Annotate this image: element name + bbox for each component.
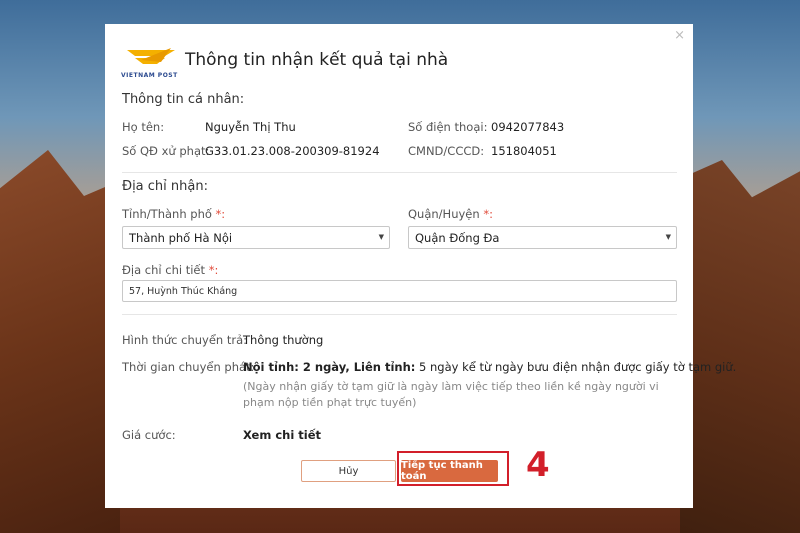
decision-value: G33.01.23.008-200309-81924 (205, 144, 380, 158)
district-select[interactable]: Quận Đống Đa ▼ (408, 226, 677, 249)
district-select-value: Quận Đống Đa (415, 231, 500, 245)
province-select-value: Thành phố Hà Nội (129, 231, 233, 245)
detail-address-value: 57, Huỳnh Thúc Kháng (129, 286, 238, 297)
delivery-time-label: Thời gian chuyển phát: (122, 360, 255, 374)
id-value: 151804051 (491, 144, 557, 158)
background-rock-left (0, 150, 120, 533)
fee-details-link[interactable]: Xem chi tiết (243, 428, 321, 442)
province-select[interactable]: Thành phố Hà Nội ▼ (122, 226, 390, 249)
delivery-method-label: Hình thức chuyển trả: (122, 333, 248, 347)
required-mark: *: (215, 207, 226, 221)
delivery-time-rest: 5 ngày kể từ ngày bưu điện nhận được giấ… (415, 360, 737, 374)
step-number-annotation: 4 (526, 445, 550, 485)
decision-label: Số QĐ xử phạt: (122, 144, 210, 158)
delivery-time-value: Nội tỉnh: 2 ngày, Liên tỉnh: 5 ngày kể t… (243, 360, 736, 374)
fullname-value: Nguyễn Thị Thu (205, 120, 296, 134)
chevron-down-icon: ▼ (665, 233, 671, 241)
personal-section-title: Thông tin cá nhân: (122, 92, 245, 107)
delivery-time-note: (Ngày nhận giấy tờ tạm giữ là ngày làm v… (243, 380, 659, 409)
detail-address-input[interactable]: 57, Huỳnh Thúc Kháng (122, 280, 677, 302)
required-mark: *: (208, 263, 219, 277)
phone-value: 0942077843 (491, 120, 565, 134)
brand-text: VIETNAM POST (121, 72, 178, 79)
modal-title: Thông tin nhận kết quả tại nhà (185, 50, 449, 70)
cancel-button[interactable]: Hủy (301, 460, 396, 482)
background-rock-right (680, 160, 800, 533)
vietnam-post-logo: VIETNAM POST (121, 46, 181, 82)
fullname-label: Họ tên: (122, 120, 165, 134)
chevron-down-icon: ▼ (378, 233, 384, 241)
close-icon[interactable]: × (674, 28, 685, 43)
id-label: CMND/CCCD: (408, 144, 485, 158)
vietnam-post-logo-icon (127, 48, 175, 64)
fee-label: Giá cước: (122, 428, 176, 442)
province-label: Tỉnh/Thành phố *: (122, 207, 226, 221)
continue-payment-button[interactable]: Tiếp tục thanh toán (401, 460, 498, 482)
district-label: Quận/Huyện *: (408, 207, 493, 221)
delivery-info-modal: × VIETNAM POST Thông tin nhận kết quả tạ… (105, 24, 736, 508)
delivery-time-bold: Nội tỉnh: 2 ngày, Liên tỉnh: (243, 360, 416, 374)
divider (122, 172, 677, 173)
detail-address-label: Địa chỉ chi tiết *: (122, 263, 219, 277)
required-mark: *: (483, 207, 493, 221)
delivery-method-value: Thông thường (243, 333, 324, 347)
modal-header: VIETNAM POST Thông tin nhận kết quả tại … (121, 46, 448, 82)
phone-label: Số điện thoại: (408, 120, 488, 134)
divider (122, 314, 677, 315)
address-section-title: Địa chỉ nhận: (122, 179, 208, 194)
